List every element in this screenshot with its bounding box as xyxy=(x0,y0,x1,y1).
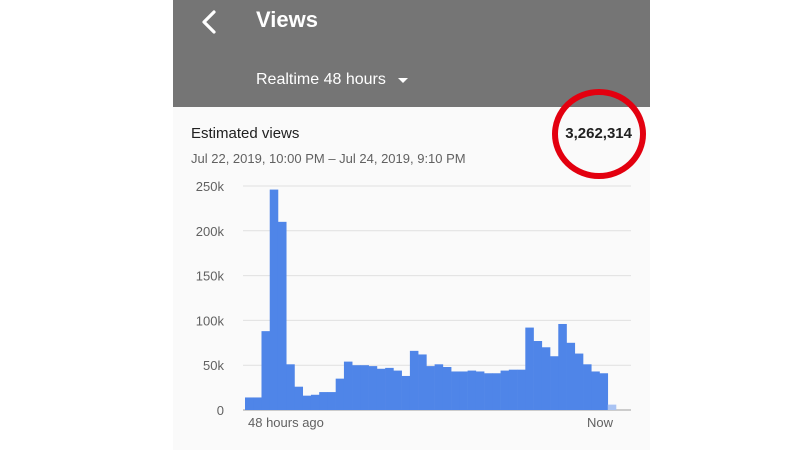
chart-bar[interactable] xyxy=(286,364,295,410)
chart-bar[interactable] xyxy=(517,369,526,410)
chart-bar[interactable] xyxy=(253,397,262,410)
range-dropdown[interactable]: Realtime 48 hours xyxy=(256,68,408,92)
chart-bar[interactable] xyxy=(541,347,551,410)
chart-bar[interactable] xyxy=(335,378,345,410)
chart-bar[interactable] xyxy=(393,370,402,410)
chart-bar[interactable] xyxy=(352,365,361,410)
y-tick-label: 100k xyxy=(196,313,225,328)
chart-bar[interactable] xyxy=(277,221,287,410)
chart-bar[interactable] xyxy=(343,361,353,410)
views-bar-chart: 0 50k 100k 150k 200k 250k 48 hours ago Now xyxy=(196,179,631,430)
chevron-left-icon xyxy=(202,10,216,34)
chart-bar[interactable] xyxy=(442,366,452,410)
phone-screen: Views Realtime 48 hours Estimated views … xyxy=(173,0,650,450)
chart-bar[interactable] xyxy=(261,331,271,410)
chart-bar[interactable] xyxy=(558,323,567,410)
chart-bar[interactable] xyxy=(376,368,386,410)
chart-bar[interactable] xyxy=(385,367,394,410)
chart-bar[interactable] xyxy=(484,373,493,410)
chart-bar[interactable] xyxy=(599,373,609,410)
chart-bar[interactable] xyxy=(533,341,543,410)
y-tick-label: 50k xyxy=(203,358,224,373)
metric-label: Estimated views xyxy=(191,125,300,142)
chart-bar[interactable] xyxy=(583,364,592,410)
chart-bar[interactable] xyxy=(302,395,312,410)
chart-bar[interactable] xyxy=(451,371,460,410)
chart-bar[interactable] xyxy=(475,371,485,410)
chart-bar[interactable] xyxy=(467,370,477,410)
date-range: Jul 22, 2019, 10:00 PM – Jul 24, 2019, 9… xyxy=(191,151,466,166)
range-dropdown-label: Realtime 48 hours xyxy=(256,71,386,88)
y-tick-label: 250k xyxy=(196,179,225,194)
chart-bar[interactable] xyxy=(500,370,510,410)
back-button[interactable] xyxy=(189,2,229,42)
chart-bar[interactable] xyxy=(434,364,444,410)
chart-bar[interactable] xyxy=(591,371,600,410)
chart-bar[interactable] xyxy=(319,392,328,410)
app-bar: Views Realtime 48 hours xyxy=(173,0,650,107)
caret-down-icon xyxy=(397,77,408,83)
y-tick-label: 200k xyxy=(196,224,225,239)
x-axis-start-label: 48 hours ago xyxy=(248,415,324,430)
chart-bar[interactable] xyxy=(245,397,254,410)
chart-bar[interactable] xyxy=(574,353,584,410)
chart-bar[interactable] xyxy=(566,342,576,410)
chart-bar[interactable] xyxy=(269,189,279,410)
chart-bar[interactable] xyxy=(492,373,501,410)
chart-bar[interactable] xyxy=(459,371,468,410)
y-tick-label: 0 xyxy=(217,403,224,418)
chart-bar[interactable] xyxy=(310,394,320,410)
chart-bar[interactable] xyxy=(360,365,369,410)
chart-bar[interactable] xyxy=(426,366,435,410)
chart-bar[interactable] xyxy=(508,369,518,410)
total-views-value: 3,262,314 xyxy=(565,125,632,142)
chart-bar[interactable] xyxy=(409,350,419,410)
chart-bar[interactable] xyxy=(525,327,534,410)
page-title: Views xyxy=(256,7,318,32)
chart-bar[interactable] xyxy=(607,404,617,410)
x-axis-end-label: Now xyxy=(587,415,614,430)
chart-bar[interactable] xyxy=(294,386,304,410)
chart-bar[interactable] xyxy=(368,366,378,410)
y-tick-label: 150k xyxy=(196,269,225,284)
chart-bar[interactable] xyxy=(327,392,336,410)
chart-bar[interactable] xyxy=(550,356,559,410)
chart-bar[interactable] xyxy=(418,354,427,410)
chart-bar[interactable] xyxy=(401,375,411,410)
